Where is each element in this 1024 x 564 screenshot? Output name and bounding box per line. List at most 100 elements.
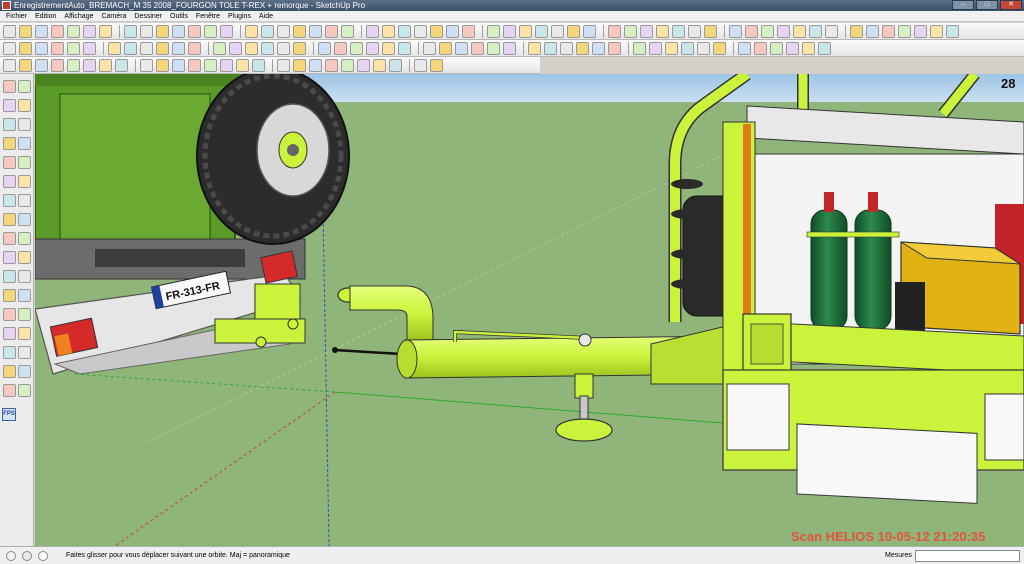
group-icon[interactable]: [124, 41, 137, 55]
line-tool-icon[interactable]: [18, 118, 31, 131]
make-component-tool-icon[interactable]: [18, 80, 31, 93]
section-plane-icon[interactable]: [672, 24, 685, 38]
freehand-tool-icon[interactable]: [18, 156, 31, 169]
scale-icon[interactable]: [204, 24, 217, 38]
chamfer-icon[interactable]: [357, 58, 370, 72]
menu-outils[interactable]: Outils: [166, 11, 192, 21]
menu-dessiner[interactable]: Dessiner: [130, 11, 166, 21]
union-icon[interactable]: [172, 41, 185, 55]
extrude-icon[interactable]: [373, 58, 386, 72]
ruby-console-icon[interactable]: [544, 41, 557, 55]
menu-plugins[interactable]: Plugins: [224, 11, 255, 21]
plugin-c-icon[interactable]: [592, 41, 605, 55]
light-icon[interactable]: [188, 58, 201, 72]
detail-tool-icon[interactable]: [18, 384, 31, 397]
zoom-icon[interactable]: [382, 24, 395, 38]
redo-icon[interactable]: [19, 41, 32, 55]
polygon-icon[interactable]: [83, 24, 96, 38]
menu-fenetre[interactable]: Fenêtre: [192, 11, 224, 21]
select-tool-icon[interactable]: [3, 80, 16, 93]
materials-icon[interactable]: [809, 24, 822, 38]
front-view-icon[interactable]: [503, 24, 516, 38]
plugin-m-icon[interactable]: [770, 41, 783, 55]
credits-status-icon[interactable]: [22, 551, 32, 561]
text-icon[interactable]: [309, 24, 322, 38]
plugin-e-icon[interactable]: [633, 41, 646, 55]
upload-icon[interactable]: [423, 41, 436, 55]
help-status-icon[interactable]: [38, 551, 48, 561]
paint-bucket-tool-icon[interactable]: [3, 99, 16, 112]
model-info-icon[interactable]: [898, 24, 911, 38]
move-icon[interactable]: [140, 24, 153, 38]
copy-icon[interactable]: [51, 41, 64, 55]
push-pull-icon[interactable]: [156, 24, 169, 38]
line-icon[interactable]: [35, 24, 48, 38]
sweep-icon[interactable]: [414, 58, 427, 72]
display-icon[interactable]: [67, 58, 80, 72]
save-icon[interactable]: [35, 58, 48, 72]
tube-icon[interactable]: [236, 58, 249, 72]
get-models-icon[interactable]: [382, 41, 395, 55]
circle-icon[interactable]: [67, 24, 80, 38]
rotate-icon[interactable]: [172, 24, 185, 38]
extension-icon[interactable]: [528, 41, 541, 55]
cut-icon[interactable]: [35, 41, 48, 55]
orbit-icon[interactable]: [341, 24, 354, 38]
textured-icon[interactable]: [640, 24, 653, 38]
zoom-extents-tool-icon[interactable]: [3, 327, 16, 340]
axes-tool-icon[interactable]: [3, 270, 16, 283]
stamp-icon[interactable]: [318, 41, 331, 55]
circle-tool-icon[interactable]: [3, 137, 16, 150]
pyramid-icon[interactable]: [204, 58, 217, 72]
fog-icon[interactable]: [729, 24, 742, 38]
bulb-icon[interactable]: [51, 58, 64, 72]
arc-icon[interactable]: [325, 58, 338, 72]
split-icon[interactable]: [229, 41, 242, 55]
text-tool-icon[interactable]: [18, 251, 31, 264]
plugin-l-icon[interactable]: [754, 41, 767, 55]
rectangle-tool-icon[interactable]: [3, 118, 16, 131]
photo-match-icon[interactable]: [439, 41, 452, 55]
protractor-icon[interactable]: [261, 24, 274, 38]
maximize-button[interactable]: □: [976, 0, 998, 10]
weld-icon[interactable]: [252, 58, 265, 72]
shadow-icon[interactable]: [704, 24, 717, 38]
measurements-input[interactable]: [915, 550, 1020, 562]
sphere-icon[interactable]: [83, 58, 96, 72]
position-camera-tool-icon[interactable]: [3, 346, 16, 359]
3d-text-tool-icon[interactable]: [18, 270, 31, 283]
protractor-tool-icon[interactable]: [3, 251, 16, 264]
subtract-icon[interactable]: [188, 41, 201, 55]
geo-location-icon[interactable]: [455, 41, 468, 55]
move-tool-icon[interactable]: [3, 175, 16, 188]
plugin-n-icon[interactable]: [786, 41, 799, 55]
render-icon[interactable]: [140, 58, 153, 72]
plugin-g-icon[interactable]: [665, 41, 678, 55]
plugin-j-icon[interactable]: [713, 41, 726, 55]
entity-info-icon[interactable]: [914, 24, 927, 38]
orbit-tool-icon[interactable]: [3, 289, 16, 302]
zoom-window-tool-icon[interactable]: [18, 308, 31, 321]
3d-text-icon[interactable]: [325, 24, 338, 38]
look-around-tool-icon[interactable]: [3, 365, 16, 378]
wireframe-icon[interactable]: [583, 24, 596, 38]
left-view-icon[interactable]: [551, 24, 564, 38]
camera-position-icon[interactable]: [745, 24, 758, 38]
pencil-icon[interactable]: [19, 24, 32, 38]
tape-measure-tool-icon[interactable]: [3, 232, 16, 245]
menu-fichier[interactable]: Fichier: [2, 11, 31, 21]
plugin-h-icon[interactable]: [681, 41, 694, 55]
walk-icon[interactable]: [761, 24, 774, 38]
model-viewport[interactable]: FR-313-FR 28 Scan HELIOS 10-05-12 21:20:…: [35, 74, 1024, 546]
scenes-icon[interactable]: [882, 24, 895, 38]
push-pull-tool-icon[interactable]: [18, 175, 31, 188]
geo-location-status-icon[interactable]: [6, 551, 16, 561]
eraser-tool-icon[interactable]: [18, 99, 31, 112]
drape-icon[interactable]: [334, 41, 347, 55]
add-detail-icon[interactable]: [350, 41, 363, 55]
plugin-d-icon[interactable]: [608, 41, 621, 55]
plugin-b-icon[interactable]: [576, 41, 589, 55]
smoove-icon[interactable]: [293, 41, 306, 55]
tape-icon[interactable]: [245, 24, 258, 38]
flip-edge-icon[interactable]: [366, 41, 379, 55]
